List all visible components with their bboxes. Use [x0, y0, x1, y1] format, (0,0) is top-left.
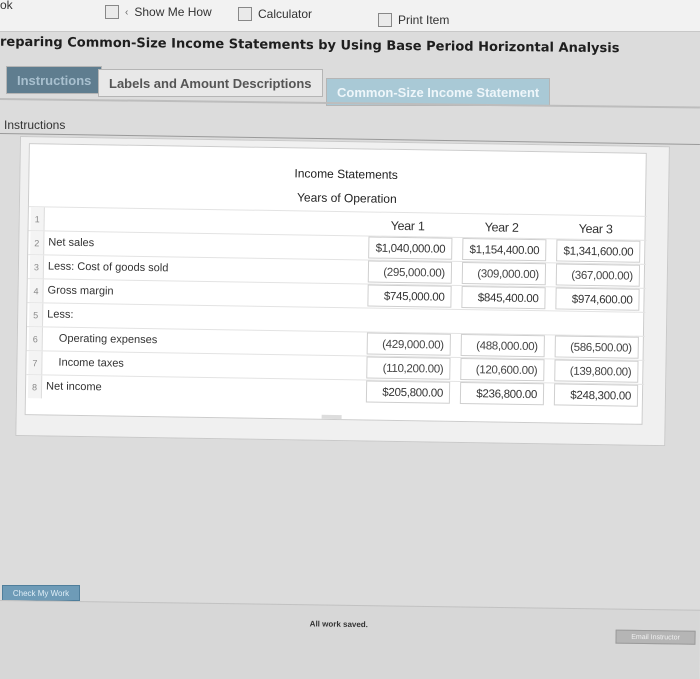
chevron-left-icon: ‹ — [125, 6, 129, 18]
calculator-label: Calculator — [258, 7, 313, 21]
row-number: 2 — [30, 231, 45, 255]
show-me-how-button[interactable]: ‹ Show Me How — [105, 5, 212, 19]
year-header: Year 1 — [368, 213, 453, 237]
amount-cell[interactable]: $845,400.00 — [461, 285, 546, 310]
amount-cell[interactable]: $1,341,600.00 — [556, 239, 641, 263]
amount-cell[interactable]: (309,000.00) — [461, 261, 547, 286]
calculator-button[interactable]: Calculator — [238, 7, 312, 21]
amount-cell[interactable]: (586,500.00) — [554, 335, 639, 359]
email-instructor-button[interactable]: Email Instructor — [615, 629, 696, 645]
statement-subheading: Years of Operation — [296, 190, 397, 206]
page-title: reparing Common-Size Income Statements b… — [0, 34, 620, 57]
amount-cell[interactable]: $248,300.00 — [553, 383, 639, 407]
row-label: Net sales — [48, 236, 95, 250]
row-number: 7 — [28, 351, 43, 375]
spreadsheet: Income Statements Years of Operation 1 Y… — [24, 143, 647, 425]
row-label: Net income — [45, 380, 102, 394]
amount-cell[interactable]: (295,000.00) — [367, 260, 453, 284]
tab-bar: Instructions Labels and Amount Descripti… — [0, 64, 700, 109]
print-item-label: Print Item — [398, 13, 450, 27]
row-number: 4 — [29, 279, 44, 303]
check-my-work-button[interactable]: Check My Work — [2, 585, 80, 601]
tab-labels-and-amounts[interactable]: Labels and Amount Descriptions — [98, 69, 323, 97]
calculator-icon — [238, 7, 252, 21]
year-header: Year 2 — [462, 214, 547, 239]
scroll-handle[interactable] — [321, 414, 342, 420]
tab-instructions[interactable]: Instructions — [6, 66, 103, 94]
amount-cell[interactable]: (367,000.00) — [555, 263, 641, 287]
row-label: Less: — [47, 308, 74, 321]
row-number: 3 — [29, 255, 45, 279]
video-icon — [105, 5, 119, 19]
footer: All work saved. Email Instructor — [0, 600, 700, 679]
amount-cell[interactable]: (120,600.00) — [460, 357, 545, 382]
row-label: Less: Cost of goods sold — [47, 260, 169, 275]
print-item-button[interactable]: Print Item — [378, 13, 449, 27]
amount-cell[interactable]: $1,040,000.00 — [368, 236, 453, 260]
title-fragment: ok — [0, 0, 13, 12]
print-icon — [378, 13, 392, 27]
amount-cell[interactable]: (110,200.00) — [366, 356, 451, 380]
save-status: All work saved. — [309, 619, 369, 630]
section-label: Instructions — [4, 118, 66, 132]
row-number: 5 — [29, 303, 44, 327]
statement-heading: Income Statements — [294, 166, 398, 182]
amount-cell[interactable]: (139,800.00) — [554, 359, 639, 383]
show-me-how-label: Show Me How — [134, 5, 212, 19]
worksheet-panel: Income Statements Years of Operation 1 Y… — [15, 136, 670, 447]
row-label: Income taxes — [58, 356, 124, 370]
toolbar: ok ‹ Show Me How Calculator Print Item — [0, 0, 700, 32]
amount-cell[interactable]: (488,000.00) — [460, 333, 545, 358]
amount-cell[interactable]: $974,600.00 — [555, 287, 640, 311]
amount-cell[interactable]: $236,800.00 — [459, 381, 545, 406]
row-label: Operating expenses — [58, 332, 158, 347]
row-number: 1 — [30, 207, 45, 231]
amount-cell[interactable]: (429,000.00) — [366, 332, 451, 356]
amount-cell[interactable]: $205,800.00 — [365, 380, 451, 404]
row-number: 8 — [27, 375, 43, 399]
row-number: 6 — [28, 327, 43, 351]
amount-cell[interactable]: $1,154,400.00 — [462, 237, 547, 262]
row-label: Gross margin — [47, 284, 114, 298]
year-header: Year 3 — [556, 216, 641, 240]
amount-cell[interactable]: $745,000.00 — [367, 284, 452, 308]
